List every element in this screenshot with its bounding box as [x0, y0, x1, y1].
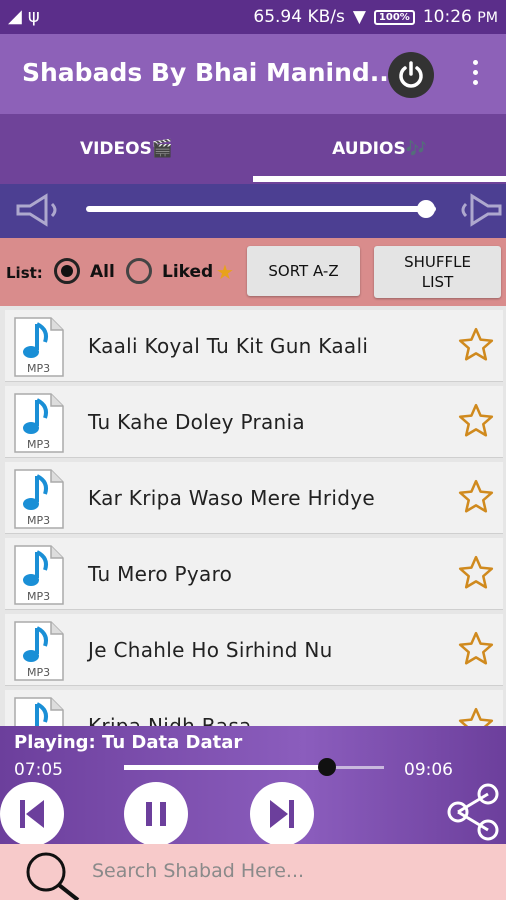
- file-badge: MP3: [27, 438, 50, 451]
- file-badge: MP3: [27, 666, 50, 679]
- player-panel: Playing: Tu Data Datar 07:05 09:06: [0, 726, 506, 846]
- list-item[interactable]: MP3 Tu Kahe Doley Prania: [5, 386, 503, 458]
- track-name: Je Chahle Ho Sirhind Nu: [88, 638, 333, 662]
- mp3-file-icon: MP3: [14, 621, 64, 681]
- list-item[interactable]: MP3 Tu Mero Pyaro: [5, 538, 503, 610]
- search-input[interactable]: [92, 854, 482, 888]
- radio-all-label[interactable]: All: [90, 262, 115, 282]
- power-button[interactable]: [388, 52, 434, 98]
- search-icon[interactable]: [20, 848, 84, 900]
- previous-button[interactable]: [0, 782, 64, 846]
- favorite-star-icon[interactable]: [457, 706, 495, 726]
- network-speed: 65.94 KB/s: [253, 7, 345, 27]
- file-badge: MP3: [27, 362, 50, 375]
- time: 10:26: [422, 7, 472, 27]
- share-icon[interactable]: [444, 782, 504, 842]
- track-name: Kripa Nidh Basa: [88, 714, 252, 726]
- status-bar: ◢ ψ 65.94 KB/s ▼ 100% 10:26 PM: [0, 0, 506, 34]
- clock: 10:26 PM: [423, 7, 498, 27]
- battery-icon: 100%: [373, 9, 415, 25]
- pause-button[interactable]: [124, 782, 188, 846]
- current-time: 07:05: [14, 760, 63, 780]
- favorite-star-icon[interactable]: [457, 630, 495, 668]
- usb-icon: ψ: [27, 6, 40, 27]
- file-badge: MP3: [27, 590, 50, 603]
- now-playing-title: Playing: Tu Data Datar: [14, 732, 243, 753]
- volume-slider-thumb[interactable]: [416, 200, 435, 218]
- status-left-icons: ◢ ψ: [8, 6, 40, 27]
- shuffle-label: SHUFFLE LIST: [404, 253, 471, 291]
- list-item[interactable]: MP3 Kar Kripa Waso Mere Hridye: [5, 462, 503, 534]
- volume-up-icon[interactable]: [456, 192, 504, 228]
- track-name: Tu Mero Pyaro: [88, 562, 233, 586]
- seek-bar-thumb[interactable]: [317, 758, 336, 776]
- mp3-file-icon: MP3: [14, 697, 64, 726]
- duration: 09:06: [404, 760, 453, 780]
- star-icon: ★: [216, 260, 234, 284]
- track-name: Tu Kahe Doley Prania: [88, 410, 305, 434]
- tab-videos[interactable]: VIDEOS🎬: [0, 114, 253, 184]
- favorite-star-icon[interactable]: [457, 402, 495, 440]
- signal-icon: ◢: [8, 6, 22, 27]
- list-label: List:: [6, 264, 43, 282]
- volume-down-icon[interactable]: [12, 192, 64, 228]
- mp3-file-icon: MP3: [14, 393, 64, 453]
- track-list[interactable]: MP3 Kaali Koyal Tu Kit Gun Kaali MP3 Tu …: [0, 306, 506, 726]
- app-title: Shabads By Bhai Manind...: [22, 58, 399, 87]
- pause-icon: [146, 802, 166, 826]
- tab-indicator: [253, 176, 506, 182]
- file-badge: MP3: [27, 514, 50, 527]
- radio-all[interactable]: [54, 258, 80, 284]
- volume-slider-track[interactable]: [86, 206, 436, 212]
- app-bar: Shabads By Bhai Manind...: [0, 34, 506, 114]
- filter-bar: List: All Liked ★ SORT A-Z SHUFFLE LIST: [0, 238, 506, 306]
- overflow-menu-icon[interactable]: [470, 60, 480, 90]
- shuffle-button[interactable]: SHUFFLE LIST: [374, 246, 501, 298]
- mp3-file-icon: MP3: [14, 469, 64, 529]
- mp3-file-icon: MP3: [14, 317, 64, 377]
- list-item[interactable]: MP3 Kripa Nidh Basa: [5, 690, 503, 726]
- track-name: Kaali Koyal Tu Kit Gun Kaali: [88, 334, 369, 358]
- mp3-file-icon: MP3: [14, 545, 64, 605]
- tab-bar: VIDEOS🎬 AUDIOS🎶: [0, 114, 506, 184]
- list-item[interactable]: MP3 Kaali Koyal Tu Kit Gun Kaali: [5, 310, 503, 382]
- power-icon: [399, 61, 423, 88]
- radio-liked-label[interactable]: Liked: [162, 262, 213, 282]
- volume-bar: [0, 184, 506, 238]
- seek-bar-progress: [124, 765, 327, 770]
- status-right: 65.94 KB/s ▼ 100% 10:26 PM: [253, 7, 498, 27]
- time-suffix: PM: [477, 10, 498, 26]
- skip-next-icon: [270, 800, 294, 828]
- tab-audios[interactable]: AUDIOS🎶: [253, 114, 506, 184]
- skip-previous-icon: [20, 800, 44, 828]
- wifi-icon: ▼: [352, 7, 366, 27]
- track-name: Kar Kripa Waso Mere Hridye: [88, 486, 376, 510]
- list-item[interactable]: MP3 Je Chahle Ho Sirhind Nu: [5, 614, 503, 686]
- favorite-star-icon[interactable]: [457, 554, 495, 592]
- radio-liked[interactable]: [126, 258, 152, 284]
- next-button[interactable]: [250, 782, 314, 846]
- search-bar: [0, 844, 506, 900]
- favorite-star-icon[interactable]: [457, 326, 495, 364]
- favorite-star-icon[interactable]: [457, 478, 495, 516]
- sort-button[interactable]: SORT A-Z: [247, 246, 360, 296]
